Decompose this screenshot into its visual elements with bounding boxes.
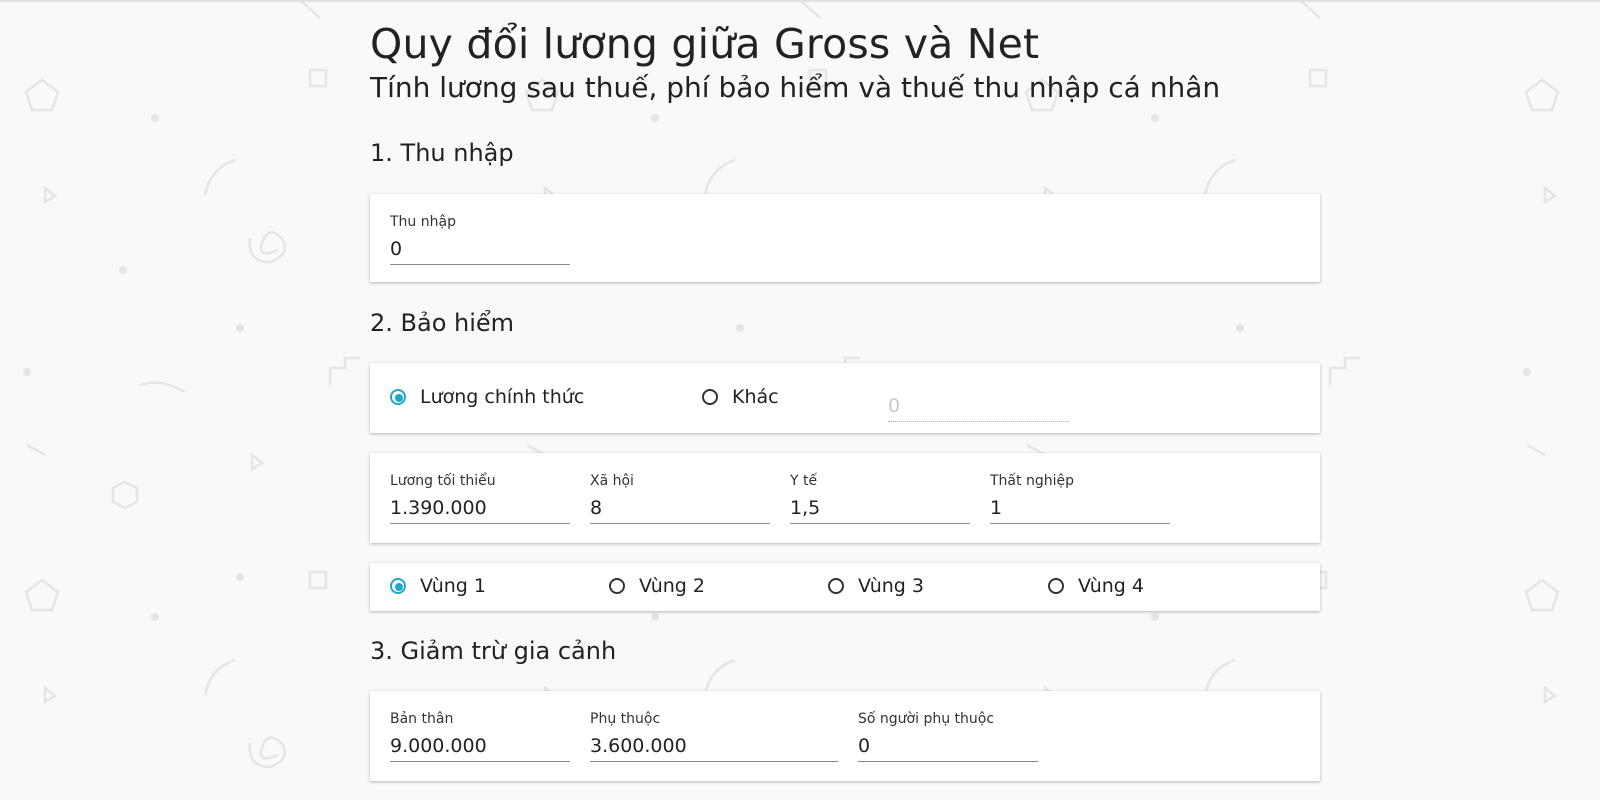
radio-unchecked-icon bbox=[828, 578, 844, 594]
health-insurance-input[interactable] bbox=[790, 493, 970, 524]
field-label: Bản thân bbox=[390, 711, 454, 727]
income-card: Thu nhập bbox=[370, 194, 1320, 282]
radio-official-salary[interactable]: Lương chính thức bbox=[390, 386, 584, 408]
field-label: Lương tối thiểu bbox=[390, 473, 496, 489]
radio-checked-icon bbox=[390, 578, 406, 594]
region-card: Vùng 1 Vùng 2 Vùng 3 Vùng 4 bbox=[370, 563, 1320, 611]
radio-label: Vùng 2 bbox=[639, 575, 705, 597]
self-deduction-input[interactable] bbox=[390, 731, 570, 762]
radio-label: Vùng 4 bbox=[1078, 575, 1144, 597]
minimum-wage-input[interactable] bbox=[390, 493, 570, 524]
field-label: Xã hội bbox=[590, 473, 634, 489]
field-label: Phụ thuộc bbox=[590, 711, 661, 727]
social-insurance-input[interactable] bbox=[590, 493, 770, 524]
radio-region-4[interactable]: Vùng 4 bbox=[1048, 575, 1144, 597]
radio-region-1[interactable]: Vùng 1 bbox=[390, 575, 486, 597]
radio-unchecked-icon bbox=[609, 578, 625, 594]
field-label: Thất nghiệp bbox=[990, 473, 1074, 489]
radio-unchecked-icon bbox=[1048, 578, 1064, 594]
income-input[interactable] bbox=[390, 234, 570, 265]
field-label: Y tế bbox=[790, 473, 818, 489]
radio-label: Lương chính thức bbox=[420, 386, 585, 408]
section-heading-income: 1. Thu nhập bbox=[370, 139, 514, 167]
unemployment-insurance-input[interactable] bbox=[990, 493, 1170, 524]
dependent-deduction-input[interactable] bbox=[590, 731, 838, 762]
field-label: Số người phụ thuộc bbox=[858, 711, 995, 727]
section-heading-deduction: 3. Giảm trừ gia cảnh bbox=[370, 637, 617, 665]
insurance-rates-card: Lương tối thiểu Xã hội Y tế Thất nghiệp bbox=[370, 453, 1320, 543]
radio-checked-icon bbox=[390, 389, 406, 405]
radio-label: Khác bbox=[732, 386, 779, 408]
dependent-count-input[interactable] bbox=[858, 731, 1038, 762]
other-salary-input[interactable] bbox=[888, 391, 1068, 422]
income-label: Thu nhập bbox=[390, 214, 456, 230]
deduction-card: Bản thân Phụ thuộc Số người phụ thuộc bbox=[370, 691, 1320, 781]
insurance-basis-card: Lương chính thức Khác bbox=[370, 363, 1320, 433]
page-subtitle: Tính lương sau thuế, phí bảo hiểm và thu… bbox=[370, 71, 1221, 104]
radio-other[interactable]: Khác bbox=[702, 386, 779, 408]
page-title: Quy đổi lương giữa Gross và Net bbox=[370, 20, 1040, 68]
section-heading-insurance: 2. Bảo hiểm bbox=[370, 309, 515, 337]
radio-region-3[interactable]: Vùng 3 bbox=[828, 575, 924, 597]
radio-label: Vùng 3 bbox=[858, 575, 924, 597]
radio-unchecked-icon bbox=[702, 389, 718, 405]
radio-region-2[interactable]: Vùng 2 bbox=[609, 575, 705, 597]
radio-label: Vùng 1 bbox=[420, 575, 486, 597]
